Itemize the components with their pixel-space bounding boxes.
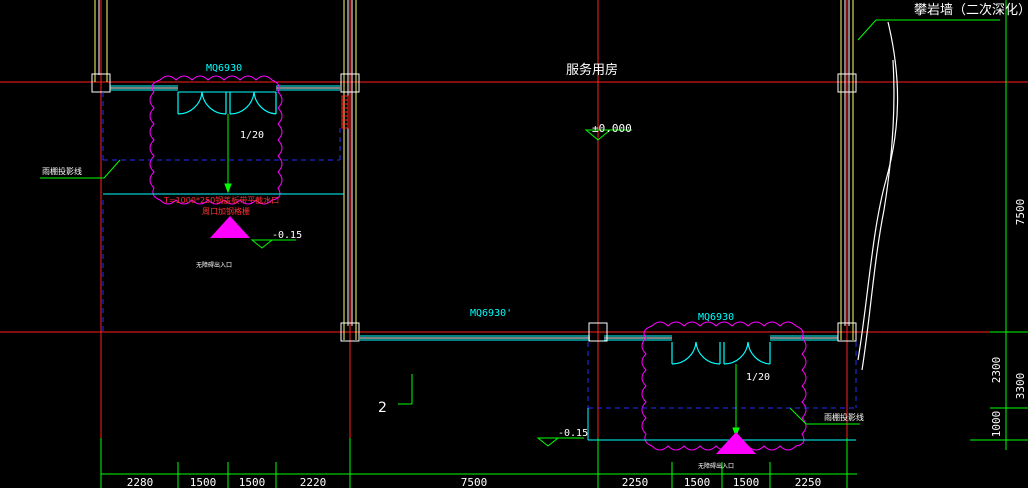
door-swing-bottom-right	[671, 341, 771, 365]
dim-bottom-8: 2250	[795, 476, 822, 488]
cad-floor-plan: 服务用房 攀岩墙（二次深化） ±0.000 MQ6930 MQ6930' MQ6…	[0, 0, 1028, 488]
wall-outlines	[98, 0, 850, 326]
elevation-left: -0.15	[272, 230, 302, 241]
walls	[94, 0, 854, 340]
entrance-triangle-right	[716, 432, 756, 454]
dim-right-2: 3300	[1014, 373, 1027, 400]
slope-arrows	[224, 114, 740, 438]
entrance-markers	[210, 216, 756, 454]
dim-bottom-5: 2250	[622, 476, 649, 488]
door-tag-bottom-right: MQ6930	[698, 312, 734, 323]
door-tag-middle: MQ6930'	[470, 308, 512, 319]
canopy-label-right: 雨棚投影线	[824, 412, 864, 422]
revision-cloud-right	[641, 321, 807, 451]
dim-right-vertical: 7500	[1014, 199, 1027, 226]
entry-label-left: 无障碍出入口	[196, 261, 232, 269]
entrance-triangle-left	[210, 216, 250, 238]
dim-bottom-3: 1500	[239, 476, 266, 488]
climbing-wall-curves	[857, 21, 899, 371]
dim-right-3: 1000	[990, 411, 1003, 438]
elevation-right: -0.15	[558, 428, 588, 439]
plan-canvas: 服务用房 攀岩墙（二次深化） ±0.000 MQ6930 MQ6930' MQ6…	[0, 0, 1028, 488]
dim-bottom-2: 1500	[190, 476, 217, 488]
dim-bottom-6: 1500	[684, 476, 711, 488]
slope-right: 1/20	[746, 372, 770, 383]
hatch-strip	[341, 95, 349, 129]
room-label: 服务用房	[566, 62, 618, 78]
dim-bottom-7: 1500	[733, 476, 760, 488]
axis-mark: 2	[378, 400, 387, 416]
dim-bottom-1: 2280	[127, 476, 154, 488]
wall-note: 攀岩墙（二次深化）	[914, 2, 1028, 18]
trench-note-line1: T=1000*250钢盖板带平截水口	[163, 195, 279, 205]
canopy-label-left: 雨棚投影线	[42, 166, 82, 176]
door-tag-top-left: MQ6930	[206, 63, 242, 74]
elevation-marks	[250, 129, 632, 447]
trench-note-line2: 周口加钢格栅	[202, 206, 250, 216]
dim-right-1: 2300	[990, 357, 1003, 384]
dim-bottom-middle: 7500	[461, 476, 488, 488]
curtain-wall-top-left	[110, 85, 340, 93]
slope-left: 1/20	[240, 130, 264, 141]
dim-bottom-4: 2220	[300, 476, 327, 488]
elevation-main: ±0.000	[592, 122, 632, 135]
entry-label-right: 无障碍出入口	[698, 462, 734, 470]
canopy-projection	[102, 92, 857, 409]
door-swing-top-left	[177, 91, 277, 115]
